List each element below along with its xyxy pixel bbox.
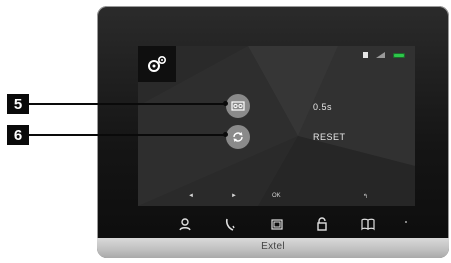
reset-label: RESET [313,132,346,142]
handset-button[interactable] [222,216,238,232]
callout-5: 5 [7,94,29,114]
document-icon [363,52,368,58]
screen-background [138,46,415,206]
signal-icon [376,52,385,58]
unlock-icon [317,217,327,231]
user-icon [179,218,191,231]
handset-icon [225,218,235,231]
status-bar [363,52,405,58]
battery-icon [393,52,405,58]
gears-icon [148,55,167,72]
delay-value: 0.5s [313,102,333,112]
reset-button[interactable] [226,125,250,149]
tape-icon [231,101,245,111]
camera-icon [271,219,283,230]
book-button[interactable] [360,216,376,232]
softkey-left[interactable]: ◄ [188,193,194,199]
book-icon [361,218,375,231]
settings-button[interactable] [138,46,176,82]
callout-5-dot [223,101,228,106]
callout-6-dot [223,132,228,137]
callout-6: 6 [7,125,29,145]
softkey-back[interactable]: ↰ [363,193,368,200]
softkey-right[interactable]: ► [231,193,237,199]
softkey-ok[interactable]: OK [272,193,281,199]
indicator-dot [405,221,407,223]
bottom-bezel: Extel [97,238,449,258]
camera-button[interactable] [269,216,285,232]
unlock-button[interactable] [314,216,330,232]
user-button[interactable] [177,216,193,232]
callout-5-leader [29,103,225,105]
tape-setting-button[interactable] [226,94,250,118]
reset-arrows-icon [233,132,243,142]
callout-6-leader [29,134,225,136]
screen: 0.5s RESET ◄ ► OK ↰ [138,46,415,206]
brand-label: Extel [261,241,285,252]
